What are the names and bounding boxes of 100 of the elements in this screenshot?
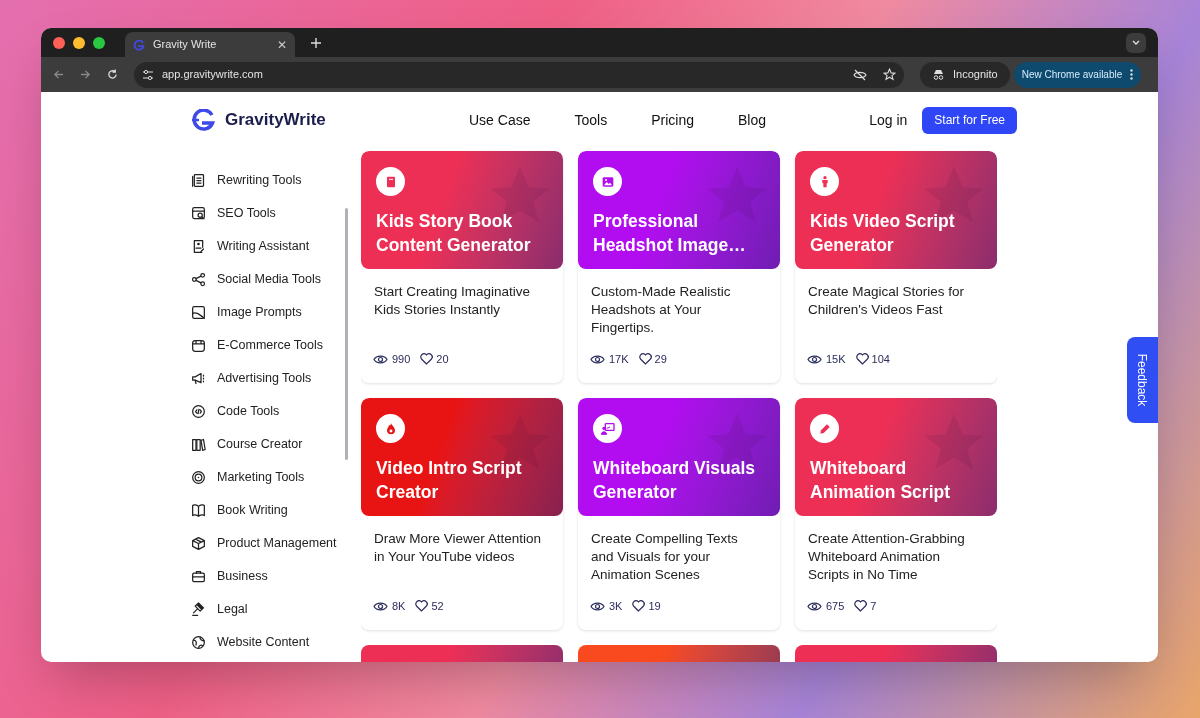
card-title: Professional Headshot Image…: [593, 210, 747, 257]
card-description: Create Attention-Grabbing Whiteboard Animation Scripts in No Time: [807, 530, 966, 584]
document-icon: [191, 173, 206, 188]
more-icon: [1130, 69, 1134, 80]
card-title: Kids Video Script Generator: [810, 210, 956, 257]
briefcase-icon: [191, 569, 206, 584]
new-tab-icon[interactable]: [311, 37, 321, 48]
card-title: Kids Story Book Content Generator: [376, 210, 532, 257]
eye-icon: [590, 353, 605, 365]
sidebar-item[interactable]: Social Media Tools: [191, 263, 361, 296]
tool-card[interactable]: Professional Headshot Image… Custom-Made Realistic Headshots at Your Fingertips. 17K 29: [578, 151, 780, 383]
view-count: 8K: [392, 599, 406, 614]
image-icon: [191, 305, 206, 320]
search-icon: [191, 206, 206, 221]
heart-icon[interactable]: [854, 600, 868, 613]
view-count: 675: [826, 599, 845, 614]
nav-link[interactable]: Tools: [574, 109, 608, 131]
card-description: Create Compelling Texts and Visuals for your Animation Scenes: [590, 530, 739, 584]
like-count: 20: [436, 352, 449, 367]
card-description: Custom-Made Realistic Headshots at Your Fingertips.: [590, 283, 732, 337]
nav-link[interactable]: Use Case: [469, 109, 531, 131]
forward-icon[interactable]: [80, 69, 91, 80]
eye-icon: [590, 600, 605, 612]
sidebar-item[interactable]: Code Tools: [191, 395, 361, 428]
sidebar-item[interactable]: Image Prompts: [191, 296, 361, 329]
like-count: 52: [431, 599, 444, 614]
like-count: 104: [871, 352, 890, 367]
update-button[interactable]: New Chrome available: [1013, 61, 1142, 88]
box-icon: [191, 536, 206, 551]
sidebar-item[interactable]: Advertising Tools: [191, 362, 361, 395]
tool-card[interactable]: Kids Story Book Content Generator Start Creating Imaginative Kids Stories Instantly 990 20: [361, 151, 563, 383]
eye-icon: [807, 353, 822, 365]
card-title: Video Intro Script Creator: [376, 457, 523, 504]
store-icon: [191, 338, 206, 353]
sidebar-item[interactable]: Website Content: [191, 626, 361, 659]
megaphone-icon: [191, 371, 206, 386]
heart-icon[interactable]: [420, 353, 434, 366]
browser-tab[interactable]: Gravity Write ✕: [125, 32, 295, 57]
globe-icon: [191, 635, 206, 650]
reload-icon[interactable]: [107, 69, 118, 80]
user-document-icon: [191, 239, 206, 254]
brand-name: GravityWrite: [225, 109, 326, 132]
like-count: 29: [654, 352, 667, 367]
sidebar-item[interactable]: SEO Tools: [191, 197, 361, 230]
sidebar-item[interactable]: Course Creator: [191, 428, 361, 461]
tool-card[interactable]: Whiteboard Animation Script Create Attention-Grabbing Whiteboard Animation Scripts in No Time 675 7: [795, 398, 997, 630]
incognito-icon: [932, 69, 945, 80]
nav-link[interactable]: Blog: [737, 109, 766, 131]
view-count: 15K: [826, 352, 846, 367]
close-tab-button[interactable]: ✕: [277, 38, 287, 51]
target-icon: [191, 470, 206, 485]
eye-icon: [807, 600, 822, 612]
incognito-badge[interactable]: Incognito: [920, 61, 1010, 88]
sidebar-item[interactable]: E-Commerce Tools: [191, 329, 361, 362]
card-description: Draw More Viewer Attention in Your YouTube videos: [373, 530, 543, 566]
heart-icon[interactable]: [855, 353, 869, 366]
sidebar-item[interactable]: Book Writing: [191, 494, 361, 527]
sidebar-item[interactable]: Business: [191, 560, 361, 593]
star-icon[interactable]: [883, 68, 896, 81]
view-count: 990: [392, 352, 411, 367]
book-icon: [191, 503, 206, 518]
eye-off-icon[interactable]: [853, 68, 867, 81]
like-count: 19: [648, 599, 661, 614]
close-window-icon[interactable]: [53, 36, 65, 49]
sidebar-item[interactable]: Writing Assistant: [191, 230, 361, 263]
feedback-tab[interactable]: Feedback: [1127, 337, 1158, 423]
maximize-window-icon[interactable]: [93, 36, 105, 49]
site-settings-icon[interactable]: [142, 68, 154, 81]
tool-card[interactable]: Kids Video Script Generator Create Magical Stories for Children's Videos Fast 15K 104: [795, 151, 997, 383]
presentation-icon: [599, 420, 616, 437]
books-icon: [191, 437, 206, 452]
heart-icon[interactable]: [632, 600, 646, 613]
url-text: app.gravitywrite.com: [162, 67, 264, 83]
card-description: Start Creating Imaginative Kids Stories Instantly: [373, 283, 532, 319]
eye-icon: [373, 353, 388, 365]
tab-title: Gravity Write: [153, 37, 218, 53]
sidebar-item[interactable]: Marketing Tools: [191, 461, 361, 494]
card-description: Create Magical Stories for Children's Videos Fast: [807, 283, 966, 319]
heart-icon[interactable]: [638, 353, 652, 366]
login-link[interactable]: Log in: [869, 109, 908, 131]
sidebar-item[interactable]: Rewriting Tools: [191, 164, 361, 197]
address-bar[interactable]: app.gravitywrite.com: [134, 61, 904, 88]
scrollbar[interactable]: [345, 208, 348, 460]
minimize-window-icon[interactable]: [73, 36, 85, 49]
view-count: 3K: [609, 599, 623, 614]
tool-card[interactable]: Video Intro Script Creator Draw More Viewer Attention in Your YouTube videos 8K 52: [361, 398, 563, 630]
eye-icon: [373, 600, 388, 612]
chevron-down-icon: [1132, 39, 1140, 46]
back-icon[interactable]: [53, 69, 64, 80]
sidebar-item[interactable]: Legal: [191, 593, 361, 626]
tab-menu-button[interactable]: [1126, 32, 1146, 53]
like-count: 7: [870, 599, 877, 614]
nav-link[interactable]: Pricing: [651, 109, 694, 131]
heart-icon[interactable]: [415, 600, 429, 613]
gavel-icon: [191, 602, 206, 617]
card-title: Whiteboard Visuals Generator: [593, 457, 757, 504]
start-for-free-button[interactable]: Start for Free: [922, 106, 1017, 134]
tool-card[interactable]: Whiteboard Visuals Generator Create Compelling Texts and Visuals for your Animation Scenes 3K 19: [578, 398, 780, 630]
logo-icon: [133, 38, 145, 51]
sidebar-item[interactable]: Product Management: [191, 527, 361, 560]
